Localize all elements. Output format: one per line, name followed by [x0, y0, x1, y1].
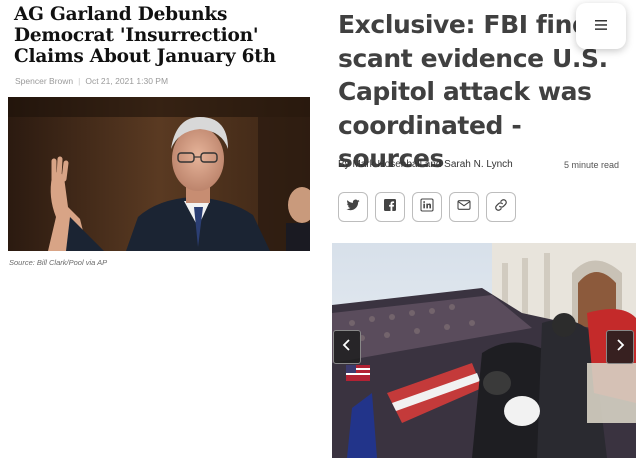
photo-caption: Source: Bill Clark/Pool via AP [9, 258, 108, 267]
linkedin-icon [419, 197, 435, 218]
link-icon [493, 197, 509, 218]
right-article-byline[interactable]: By Mark Hosenball and Sarah N. Lynch [338, 159, 513, 170]
share-link-button[interactable] [486, 192, 516, 222]
chevron-right-icon [615, 338, 625, 356]
right-article: Exclusive: FBI finds scant evidence U.S.… [320, 0, 640, 458]
left-article-timestamp: Oct 21, 2021 1:30 PM [85, 76, 169, 86]
left-article-byline: Spencer Brown | Oct 21, 2021 1:30 PM [15, 76, 168, 86]
share-buttons [338, 192, 516, 222]
garland-photo [8, 97, 310, 251]
chevron-left-icon [342, 338, 352, 356]
share-twitter-button[interactable] [338, 192, 368, 222]
read-time: 5 minute read [564, 160, 620, 170]
share-email-button[interactable] [449, 192, 479, 222]
hamburger-menu-icon [595, 17, 607, 35]
facebook-icon [382, 197, 398, 218]
left-article-author[interactable]: Spencer Brown [15, 76, 73, 86]
byline-divider: | [78, 76, 81, 86]
carousel-prev-button[interactable] [333, 330, 361, 364]
email-icon [456, 197, 472, 218]
carousel-next-button[interactable] [606, 330, 634, 364]
left-article: AG Garland Debunks Democrat 'Insurrectio… [0, 0, 320, 458]
twitter-icon [345, 197, 361, 218]
left-article-title[interactable]: AG Garland Debunks Democrat 'Insurrectio… [14, 4, 314, 67]
share-facebook-button[interactable] [375, 192, 405, 222]
share-linkedin-button[interactable] [412, 192, 442, 222]
menu-button[interactable] [576, 3, 626, 49]
capitol-photo [332, 243, 636, 458]
